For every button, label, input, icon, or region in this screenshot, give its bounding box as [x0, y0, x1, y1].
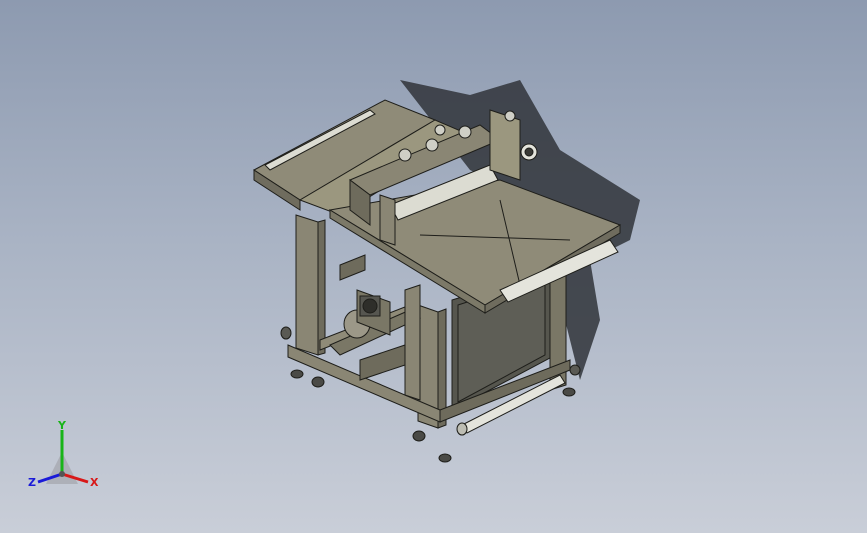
coordinate-triad: X Y Z — [24, 418, 114, 498]
triad-graphic — [37, 430, 89, 484]
drive-motor — [343, 289, 391, 339]
z-axis-label: Z — [28, 476, 36, 489]
y-axis-label: Y — [58, 419, 66, 432]
x-axis-label: X — [90, 476, 99, 489]
triad-origin — [59, 471, 65, 477]
machine-3d-model[interactable] — [0, 0, 867, 533]
graphics-viewport[interactable]: X Y Z — [0, 0, 867, 533]
